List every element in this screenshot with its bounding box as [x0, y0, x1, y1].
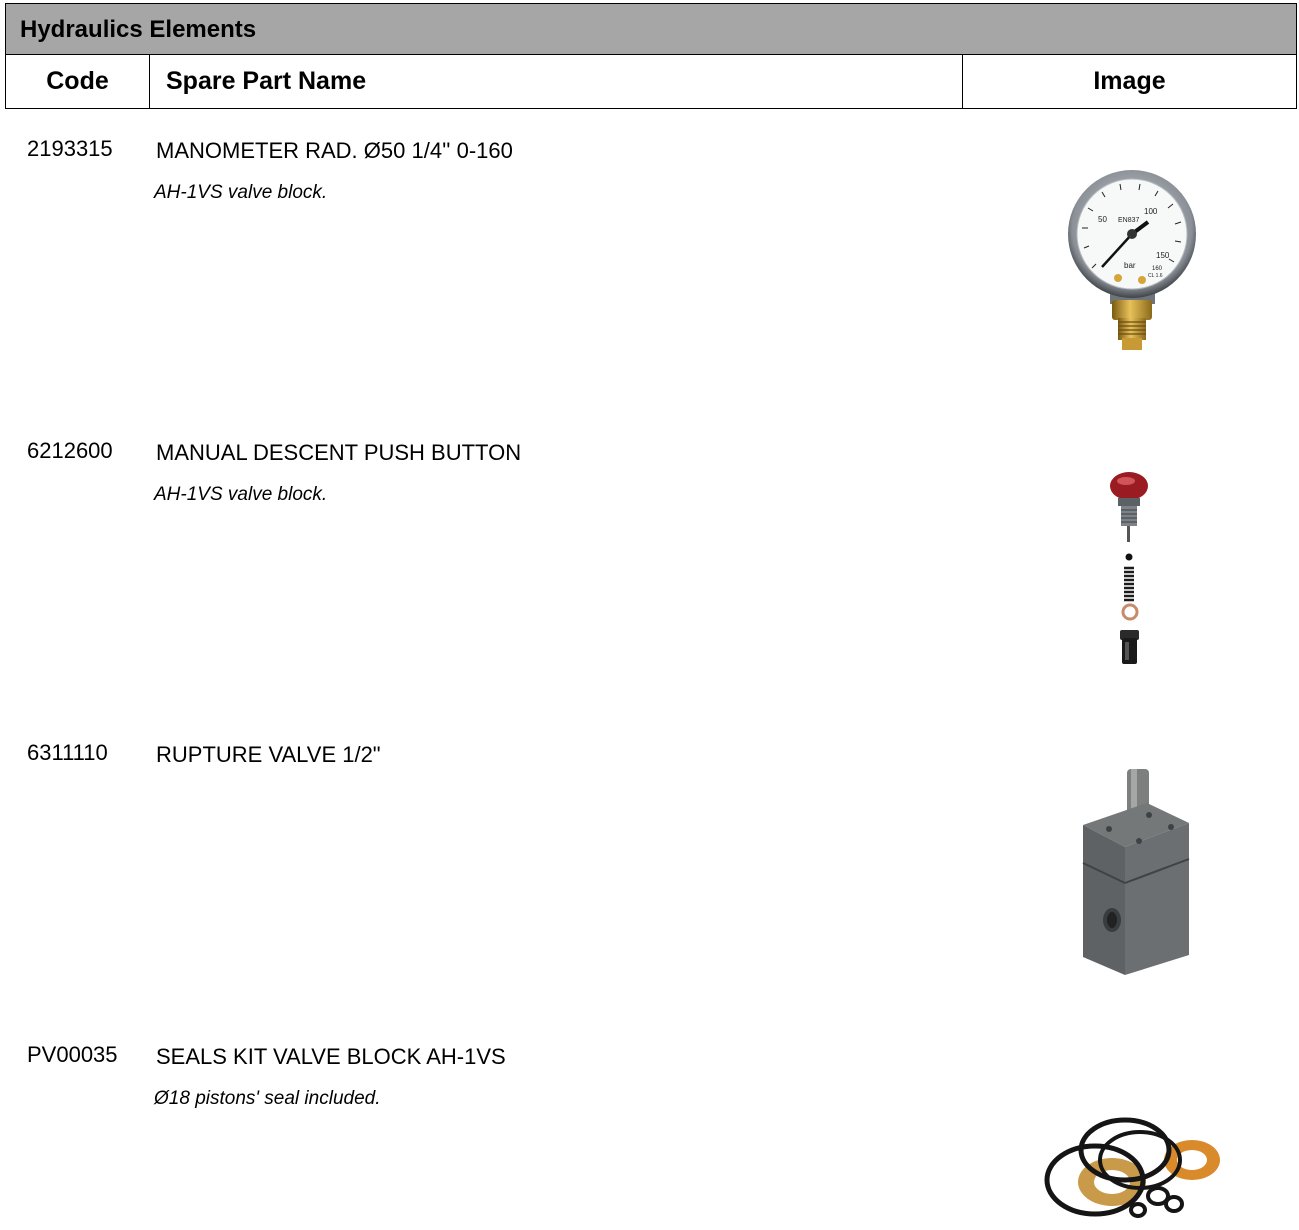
part-name: MANUAL DESCENT PUSH BUTTON	[156, 440, 522, 465]
part-name: RUPTURE VALVE 1/2"	[156, 742, 381, 767]
column-header-code: Code	[6, 55, 150, 108]
part-code: PV00035	[27, 1042, 118, 1067]
gauge-tick-150: 150	[1156, 251, 1170, 260]
gauge-unit-label: bar	[1124, 261, 1136, 270]
gauge-brand-label: EN837	[1118, 217, 1140, 224]
gauge-max-label: 160	[1152, 266, 1163, 272]
gauge-tick-50: 50	[1098, 215, 1107, 224]
part-note: Ø18 pistons' seal included.	[154, 1088, 381, 1109]
part-name: SEALS KIT VALVE BLOCK AH-1VS	[156, 1044, 506, 1069]
column-header-image: Image	[1093, 67, 1166, 95]
part-code: 6212600	[27, 438, 113, 463]
part-code: 2193315	[27, 136, 113, 161]
pressure-gauge-image: 50 100 150 EN837 bar 160 CL 1.6	[1068, 170, 1196, 350]
part-note: AH-1VS valve block.	[154, 484, 328, 505]
gauge-class-label: CL 1.6	[1148, 273, 1163, 279]
rupture-valve-block-image	[1082, 769, 1190, 975]
push-button-assembly-image	[1110, 472, 1148, 664]
section-header: Hydraulics Elements	[5, 3, 1297, 55]
part-note: AH-1VS valve block.	[154, 182, 328, 203]
part-code: 6311110	[27, 740, 108, 765]
part-name: MANOMETER RAD. Ø50 1/4'' 0-160	[156, 138, 513, 163]
column-header-name: Spare Part Name	[150, 55, 963, 108]
section-title: Hydraulics Elements	[20, 16, 257, 43]
column-header-row: Code Spare Part Name Image	[5, 54, 1297, 109]
seal-kit-rings-image	[1044, 1117, 1220, 1218]
gauge-tick-100: 100	[1144, 207, 1158, 216]
